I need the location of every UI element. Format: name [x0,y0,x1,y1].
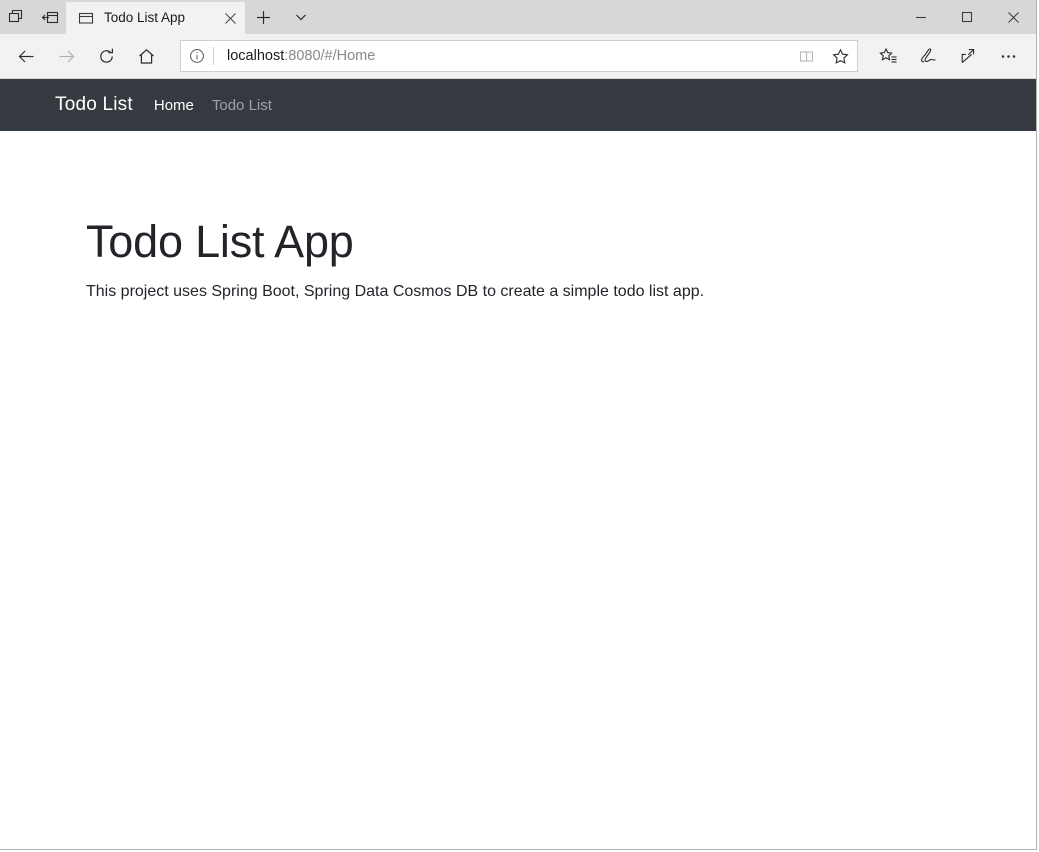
back-button[interactable] [6,37,46,75]
reading-view-icon[interactable] [789,41,823,71]
address-url-host: localhost [227,48,284,64]
address-url-path: :8080/#/Home [284,48,375,64]
browser-tab[interactable]: Todo List App [66,2,245,34]
navbar-brand[interactable]: Todo List [55,94,133,116]
more-ellipsis-icon[interactable] [988,37,1028,75]
browser-window: Todo List App [0,0,1037,850]
set-tabs-aside-icon[interactable] [33,0,66,34]
page-title: Todo List App [86,217,1036,267]
window-controls [898,0,1036,34]
titlebar-left-buttons [0,0,66,34]
nav-link-home[interactable]: Home [154,97,194,114]
window-icon [78,10,94,26]
star-icon[interactable] [823,41,857,71]
tab-title: Todo List App [104,2,215,34]
info-icon[interactable] [181,41,213,71]
address-url[interactable]: localhost:8080/#/Home [214,41,789,71]
web-note-pen-icon[interactable] [908,37,948,75]
tabstrip-buttons [245,0,319,34]
navbar-links: Home Todo List [154,97,290,114]
minimize-button[interactable] [898,0,944,34]
maximize-button[interactable] [944,0,990,34]
forward-button[interactable] [46,37,86,75]
home-button[interactable] [126,37,166,75]
share-icon[interactable] [948,37,988,75]
tab-preview-icon[interactable] [0,0,33,34]
page-description: This project uses Spring Boot, Spring Da… [86,281,1036,303]
nav-link-todo-list[interactable]: Todo List [212,97,272,114]
site-navbar: Todo List Home Todo List [0,79,1036,131]
toolbar-right-buttons [868,37,1028,75]
browser-toolbar: localhost:8080/#/Home [0,34,1036,79]
favorites-hub-icon[interactable] [868,37,908,75]
main-content: Todo List App This project uses Spring B… [0,131,1036,303]
browser-titlebar: Todo List App [0,0,1036,34]
close-button[interactable] [990,0,1036,34]
new-tab-button[interactable] [245,0,282,34]
refresh-button[interactable] [86,37,126,75]
address-bar[interactable]: localhost:8080/#/Home [180,40,858,72]
tab-close-icon[interactable] [215,2,245,34]
page-viewport: Todo List Home Todo List Todo List App T… [0,79,1036,849]
chevron-down-icon[interactable] [282,0,319,34]
